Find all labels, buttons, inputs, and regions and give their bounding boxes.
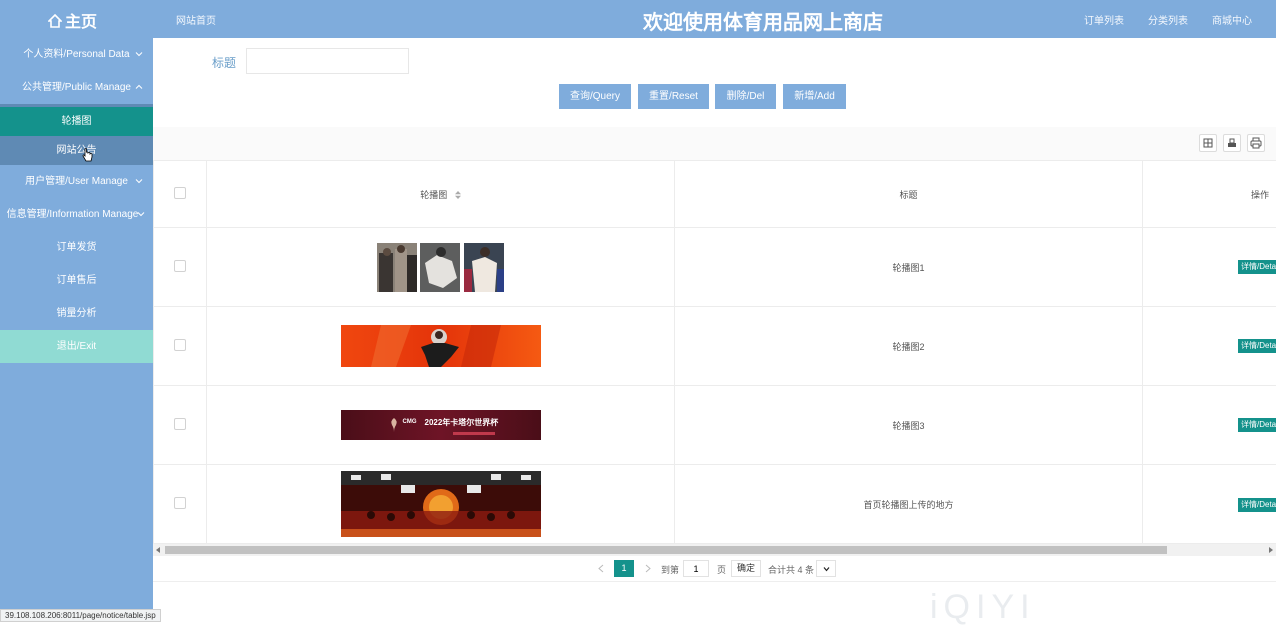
table-row: 轮播图2 — [154, 307, 1276, 386]
order-list-link[interactable]: 订单列表 — [1084, 12, 1124, 27]
add-button[interactable]: 新增/Add — [783, 84, 846, 109]
sidebar-item-after-sale[interactable]: 订单售后 — [0, 264, 153, 297]
table-row: 轮播图1 — [154, 228, 1276, 307]
footer-divider — [153, 581, 1276, 582]
table-row: CMG 2022年卡塔尔世界杯 轮播图3 — [154, 386, 1276, 465]
sidebar-item-label: 公共管理/Public Manage — [22, 82, 131, 93]
sidebar-item-carousel[interactable]: 轮播图 — [0, 107, 153, 136]
row-select-cell — [154, 307, 207, 386]
reset-button[interactable]: 重置/Reset — [638, 84, 709, 109]
export-button[interactable] — [1223, 134, 1241, 152]
top-header: 主页 网站首页 欢迎使用体育用品网上商店 订单列表 分类列表 商城中心 — [0, 0, 1276, 38]
detail-button[interactable]: 详情/Deta — [1238, 418, 1276, 432]
sidebar-item-public-manage[interactable]: 公共管理/Public Manage — [0, 71, 153, 104]
carousel-image-1 — [377, 243, 504, 292]
sidebar-item-exit[interactable]: 退出/Exit — [0, 330, 153, 363]
sidebar-item-label: 个人资料/Personal Data — [23, 49, 129, 60]
carousel-image-cell — [207, 307, 675, 386]
scroll-left-icon[interactable] — [156, 547, 160, 553]
delete-button[interactable]: 删除/Del — [715, 84, 776, 109]
column-header-title: 标题 — [675, 161, 1143, 228]
chevron-down-icon — [135, 177, 143, 185]
chevron-down-icon — [823, 566, 830, 572]
title-search-label: 标题 — [212, 54, 236, 71]
total-count: 合计共 4 条 — [768, 563, 814, 576]
goto-page-input[interactable] — [683, 560, 709, 577]
goto-label: 到第 — [661, 563, 679, 576]
column-header-label: 操作 — [1251, 190, 1269, 200]
browser-status-url: 39.108.108.206:8011/page/notice/table.js… — [0, 609, 161, 622]
iqiyi-watermark: iQIYI — [930, 588, 1036, 627]
title-search-input[interactable] — [246, 48, 409, 74]
print-button[interactable] — [1247, 134, 1265, 152]
table-row: 首页轮播图上传的地方 — [154, 465, 1276, 544]
carousel-image-cell — [207, 465, 675, 544]
row-checkbox[interactable] — [174, 339, 186, 351]
sort-icon[interactable] — [455, 191, 461, 199]
world-cup-logo-icon — [389, 418, 399, 432]
sidebar-item-personal-data[interactable]: 个人资料/Personal Data — [0, 38, 153, 71]
sidebar-item-user-manage[interactable]: 用户管理/User Manage — [0, 165, 153, 198]
table-header-row: 轮播图 标题 操作 — [154, 161, 1276, 228]
columns-icon — [1200, 135, 1216, 151]
table-toolbar — [153, 127, 1276, 160]
sidebar: 个人资料/Personal Data 公共管理/Public Manage 轮播… — [0, 38, 153, 622]
hand-cursor-icon — [82, 148, 93, 162]
detail-button[interactable]: 详情/Deta — [1238, 260, 1276, 274]
page-unit-label: 页 — [717, 563, 726, 576]
query-button[interactable]: 查询/Query — [559, 84, 631, 109]
banner-text: 2022年卡塔尔世界杯 — [425, 417, 499, 428]
sidebar-item-label: 用户管理/User Manage — [25, 176, 128, 187]
category-list-link[interactable]: 分类列表 — [1148, 12, 1188, 27]
carousel-image-cell — [207, 228, 675, 307]
columns-filter-button[interactable] — [1199, 134, 1217, 152]
chevron-down-icon — [135, 50, 143, 58]
chevron-up-icon — [135, 83, 143, 91]
carousel-image-2 — [341, 325, 541, 367]
horizontal-scrollbar[interactable] — [153, 544, 1276, 556]
export-icon — [1224, 135, 1240, 151]
data-table-container: 轮播图 标题 操作 — [153, 160, 1276, 544]
row-title: 首页轮播图上传的地方 — [675, 465, 1143, 544]
mall-center-link[interactable]: 商城中心 — [1212, 12, 1252, 27]
print-icon — [1248, 135, 1264, 151]
scrollbar-thumb[interactable] — [165, 546, 1167, 554]
detail-button[interactable]: 详情/Deta — [1238, 498, 1276, 512]
column-header-carousel[interactable]: 轮播图 — [207, 161, 675, 228]
select-all-checkbox[interactable] — [174, 187, 186, 199]
column-header-label: 轮播图 — [420, 190, 447, 200]
sidebar-item-label: 信息管理/Information Manage — [7, 209, 139, 220]
row-title: 轮播图3 — [675, 386, 1143, 465]
current-page-button[interactable]: 1 — [614, 560, 634, 577]
data-table: 轮播图 标题 操作 — [153, 160, 1276, 544]
sidebar-item-information-manage[interactable]: 信息管理/Information Manage — [0, 198, 153, 231]
cmg-logo: CMG — [403, 419, 417, 425]
carousel-image-cell: CMG 2022年卡塔尔世界杯 — [207, 386, 675, 465]
row-checkbox[interactable] — [174, 260, 186, 272]
row-select-cell — [154, 465, 207, 544]
carousel-image-3: CMG 2022年卡塔尔世界杯 — [341, 410, 541, 440]
sidebar-item-notice[interactable]: 网站公告 — [0, 136, 153, 165]
detail-button[interactable]: 详情/Deta — [1238, 339, 1276, 353]
row-select-cell — [154, 386, 207, 465]
row-title: 轮播图1 — [675, 228, 1143, 307]
row-title: 轮播图2 — [675, 307, 1143, 386]
chevron-down-icon — [137, 210, 145, 218]
sidebar-item-order-ship[interactable]: 订单发货 — [0, 231, 153, 264]
column-header-action: 操作 — [1143, 161, 1276, 228]
next-page-icon[interactable] — [645, 564, 651, 573]
goto-confirm-button[interactable]: 确定 — [731, 560, 761, 577]
select-all-cell — [154, 161, 207, 228]
page-size-select[interactable] — [816, 560, 836, 577]
row-select-cell — [154, 228, 207, 307]
row-checkbox[interactable] — [174, 497, 186, 509]
prev-page-icon[interactable] — [598, 564, 604, 573]
sidebar-item-sales-analysis[interactable]: 销量分析 — [0, 297, 153, 330]
row-checkbox[interactable] — [174, 418, 186, 430]
carousel-image-4 — [341, 471, 541, 537]
scroll-right-icon[interactable] — [1269, 547, 1273, 553]
